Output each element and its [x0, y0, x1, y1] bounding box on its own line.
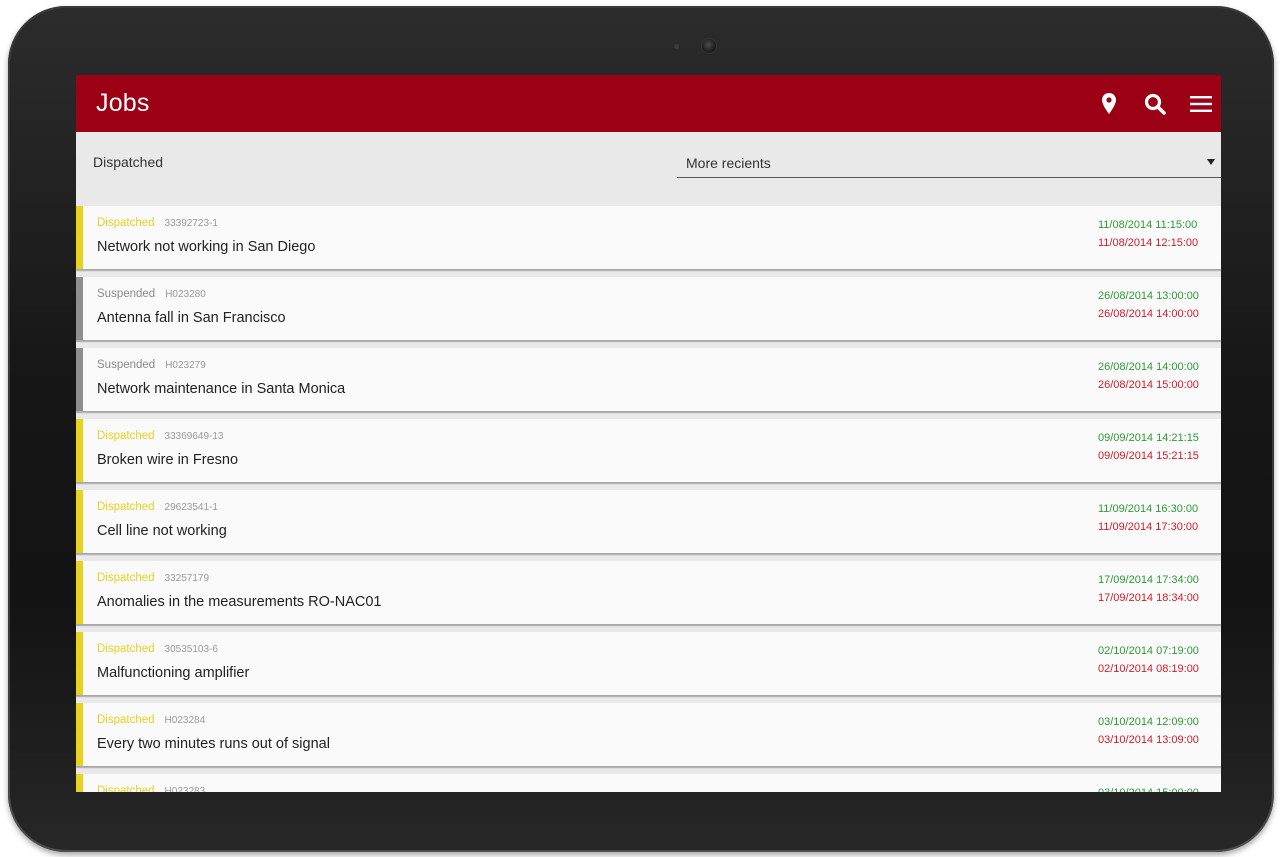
- job-start-time: 03/10/2014 15:00:00: [1098, 787, 1199, 792]
- job-title: Anomalies in the measurements RO-NAC01: [97, 594, 382, 610]
- job-status: Dispatched: [97, 217, 155, 229]
- job-id: H023283: [164, 786, 206, 792]
- status-color-bar: [76, 419, 83, 482]
- job-end-time: 09/09/2014 15:21:15: [1098, 450, 1199, 462]
- status-filter-label: Dispatched: [93, 154, 164, 170]
- map-pin-icon: [1102, 93, 1116, 114]
- job-status: Suspended: [97, 359, 156, 371]
- app-screen: Jobs Dispatched More recients Dispatched…: [76, 75, 1221, 792]
- sort-dropdown-value: More recients: [686, 155, 771, 171]
- sensor-dot: [674, 44, 679, 49]
- job-meta: Dispatched H023284: [97, 714, 205, 726]
- job-id: 33392723-1: [164, 218, 218, 229]
- status-color-bar: [76, 490, 83, 553]
- job-start-time: 11/09/2014 16:30:00: [1098, 503, 1199, 515]
- job-list: Dispatched 33392723-1 Network not working …: [76, 206, 1221, 792]
- job-start-time: 09/09/2014 14:21:15: [1098, 432, 1199, 444]
- job-id: 33369649-13: [164, 431, 224, 442]
- status-color-bar: [76, 561, 83, 624]
- job-id: H023280: [165, 289, 206, 300]
- sort-dropdown[interactable]: More recients: [677, 150, 1221, 178]
- job-id: 30535103-6: [164, 644, 218, 655]
- job-list-item[interactable]: Dispatched 33392723-1 Network not working …: [76, 206, 1221, 269]
- job-status: Dispatched: [97, 572, 155, 584]
- job-title: Network maintenance in Santa Monica: [97, 381, 346, 397]
- front-camera: [701, 38, 717, 54]
- app-bar: Jobs: [76, 75, 1221, 132]
- job-status: Dispatched: [97, 714, 155, 726]
- job-id: 29623541-1: [164, 502, 218, 513]
- status-color-bar: [76, 703, 83, 766]
- job-end-time: 17/09/2014 18:34:00: [1098, 592, 1199, 604]
- job-end-time: 03/10/2014 13:09:00: [1098, 734, 1199, 746]
- job-title: Cell line not working: [97, 523, 227, 539]
- job-start-time: 17/09/2014 17:34:00: [1098, 574, 1199, 586]
- job-start-time: 03/10/2014 12:09:00: [1098, 716, 1199, 728]
- job-end-time: 11/09/2014 17:30:00: [1098, 521, 1199, 533]
- job-start-time: 26/08/2014 13:00:00: [1098, 290, 1199, 302]
- job-meta: Dispatched 30535103-6: [97, 643, 218, 655]
- dropdown-caret-icon: [1207, 159, 1215, 165]
- job-title: Every two minutes runs out of signal: [97, 736, 330, 752]
- job-meta: Suspended H023280: [97, 288, 206, 300]
- job-start-time: 02/10/2014 07:19:00: [1098, 645, 1199, 657]
- job-list-item[interactable]: Dispatched H023283 03/10/2014 15:00:00: [76, 774, 1221, 792]
- job-end-time: 26/08/2014 15:00:00: [1098, 379, 1199, 391]
- menu-button[interactable]: [1181, 86, 1221, 122]
- job-status: Dispatched: [97, 785, 155, 792]
- job-id: H023284: [164, 715, 206, 726]
- status-color-bar: [76, 277, 83, 340]
- job-meta: Dispatched 33369649-13: [97, 430, 224, 442]
- job-list-item[interactable]: Dispatched 33369649-13 Broken wire in Fres…: [76, 419, 1221, 482]
- status-color-bar: [76, 348, 83, 411]
- job-meta: Dispatched 29623541-1: [97, 501, 218, 513]
- job-meta: Suspended H023279: [97, 359, 206, 371]
- job-list-item[interactable]: Suspended H023279 Network maintenance in S…: [76, 348, 1221, 411]
- job-list-item[interactable]: Dispatched 29623541-1 Cell line not workin…: [76, 490, 1221, 553]
- job-status: Suspended: [97, 288, 156, 300]
- job-start-time: 26/08/2014 14:00:00: [1098, 361, 1199, 373]
- hamburger-menu-icon: [1190, 95, 1212, 112]
- job-meta: Dispatched 33257179: [97, 572, 209, 584]
- job-meta: Dispatched H023283: [97, 785, 205, 792]
- page-title: Jobs: [96, 89, 150, 117]
- map-button[interactable]: [1091, 86, 1127, 122]
- status-color-bar: [76, 206, 83, 269]
- job-id: 33257179: [164, 573, 210, 584]
- status-color-bar: [76, 632, 83, 695]
- job-title: Malfunctioning amplifier: [97, 665, 250, 681]
- job-list-item[interactable]: Dispatched H023284 Every two minutes runs …: [76, 703, 1221, 766]
- job-start-time: 11/08/2014 11:15:00: [1098, 219, 1198, 231]
- job-status: Dispatched: [97, 501, 155, 513]
- filter-bar: Dispatched More recients: [76, 132, 1221, 206]
- job-status: Dispatched: [97, 643, 155, 655]
- job-list-item[interactable]: Dispatched 30535103-6 Malfunctioning ampli…: [76, 632, 1221, 695]
- job-list-item[interactable]: Dispatched 33257179 Anomalies in the measu…: [76, 561, 1221, 624]
- job-end-time: 02/10/2014 08:19:00: [1098, 663, 1199, 675]
- search-icon: [1144, 93, 1166, 115]
- job-end-time: 26/08/2014 14:00:00: [1098, 308, 1199, 320]
- job-title: Network not working in San Diego: [97, 239, 316, 255]
- job-title: Antenna fall in San Francisco: [97, 310, 286, 326]
- status-color-bar: [76, 774, 83, 792]
- app-bar-actions: [1091, 75, 1221, 132]
- job-title: Broken wire in Fresno: [97, 452, 239, 468]
- search-button[interactable]: [1137, 86, 1173, 122]
- job-end-time: 11/08/2014 12:15:00: [1098, 237, 1199, 249]
- job-meta: Dispatched 33392723-1: [97, 217, 218, 229]
- job-list-item[interactable]: Suspended H023280 Antenna fall in San Fran…: [76, 277, 1221, 340]
- job-id: H023279: [165, 360, 206, 371]
- job-status: Dispatched: [97, 430, 155, 442]
